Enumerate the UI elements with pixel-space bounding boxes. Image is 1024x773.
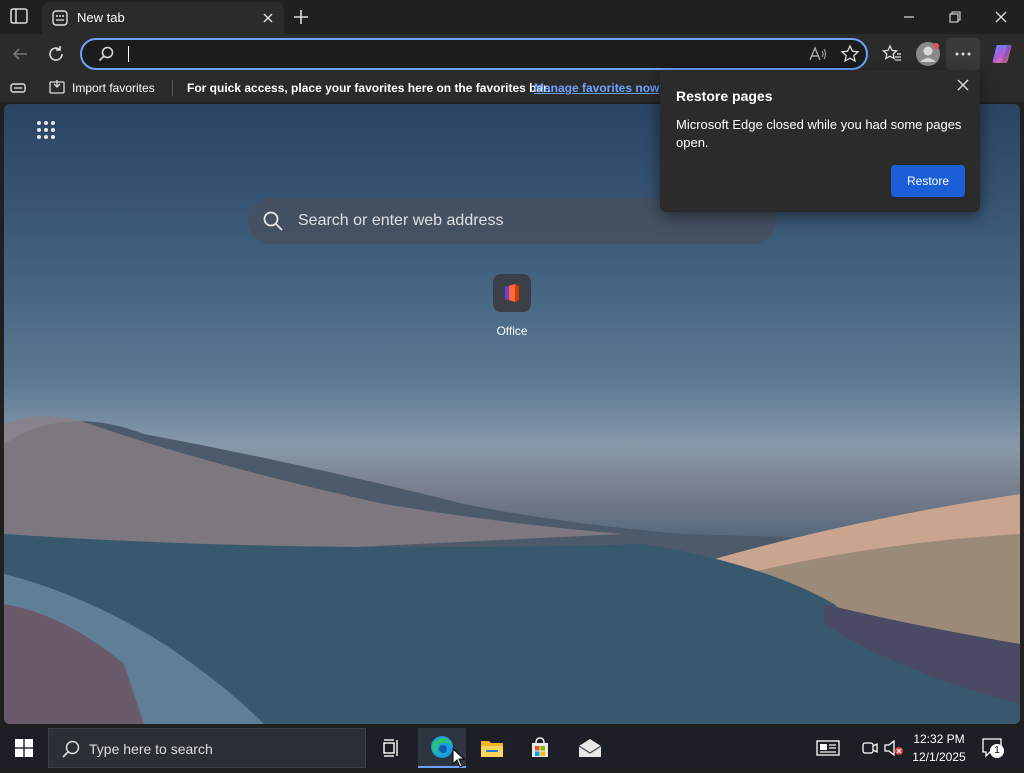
search-icon [98,46,114,67]
tab-title: New tab [77,10,125,25]
start-windows-icon[interactable] [0,728,48,768]
newtab-page-icon [52,10,68,31]
search-icon [262,210,284,237]
favbar-divider [172,80,173,96]
task-view-icon[interactable] [368,728,416,768]
mouse-cursor [452,747,466,773]
import-icon [48,79,66,98]
mail-icon[interactable] [566,728,614,768]
popup-body: Microsoft Edge closed while you had some… [676,117,962,150]
collections-icon[interactable] [10,81,26,98]
refresh-icon[interactable] [40,38,72,70]
plus-icon[interactable] [292,8,310,26]
notification-badge: 1 [990,744,1004,758]
favorite-star-icon[interactable] [840,44,860,69]
favbar-message: For quick access, place your favorites h… [187,81,551,95]
taskbar-search-box[interactable]: Type here to search [48,728,366,768]
newtab-search-placeholder: Search or enter web address [298,212,504,229]
close-icon[interactable] [260,10,276,26]
profile-icon[interactable] [912,38,944,70]
taskbar-search-placeholder: Type here to search [89,741,213,757]
notification-center-icon[interactable]: 1 [982,738,1004,763]
file-explorer-icon[interactable] [468,728,516,768]
favorites-list-icon[interactable] [876,38,908,70]
restore-icon[interactable] [932,0,978,34]
read-aloud-icon[interactable] [808,45,828,68]
close-icon[interactable] [956,78,970,97]
tab-new-tab[interactable]: New tab [42,2,284,34]
import-favorites-label: Import favorites [72,81,155,95]
copilot-icon[interactable] [986,38,1018,70]
restore-button[interactable]: Restore [891,165,965,197]
taskbar: Type here to search 12:32 PM 12/1/2025 1 [0,728,1024,768]
apps-launcher-icon[interactable] [36,120,56,145]
back-icon[interactable] [4,38,36,70]
more-icon[interactable] [946,38,980,70]
navigation-bar [0,34,1024,74]
system-clock[interactable]: 12:32 PM 12/1/2025 [908,730,970,766]
quick-link-office[interactable]: Office [480,274,544,338]
manage-favorites-link[interactable]: Manage favorites now [534,81,659,95]
close-window-icon[interactable] [978,0,1024,34]
minimize-icon[interactable] [886,0,932,34]
address-bar[interactable] [80,38,868,70]
office-icon [493,274,531,312]
restore-pages-dialog: Restore pages Microsoft Edge closed whil… [660,70,980,212]
microsoft-store-icon[interactable] [516,728,564,768]
volume-muted-icon[interactable] [884,739,904,761]
text-cursor [128,46,129,62]
import-favorites-button[interactable]: Import favorites [48,78,155,98]
news-widget-icon[interactable] [804,728,852,768]
tab-actions-icon[interactable] [10,8,30,26]
popup-title: Restore pages [676,88,773,104]
meet-now-icon[interactable] [862,740,878,761]
title-bar: New tab [0,0,1024,34]
quick-link-label: Office [496,324,528,338]
clock-date: 12/1/2025 [912,750,966,764]
clock-time: 12:32 PM [913,732,965,746]
search-icon [61,739,81,764]
